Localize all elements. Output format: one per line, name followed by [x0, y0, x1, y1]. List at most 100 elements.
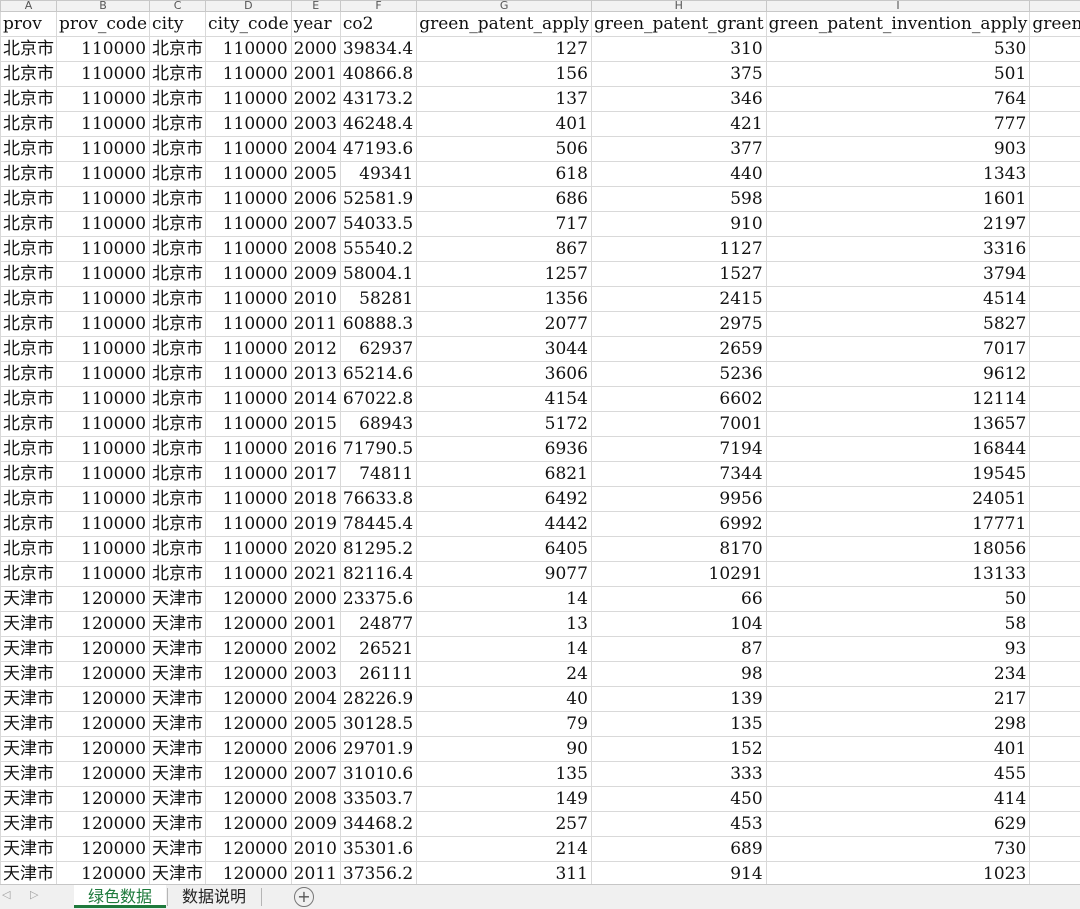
table-cell[interactable]: 43173.2 — [340, 87, 416, 112]
field-header-cell[interactable]: green_patent_invention_apply — [766, 12, 1030, 37]
column-header[interactable]: D — [206, 1, 292, 12]
table-cell[interactable]: 590 — [1030, 162, 1080, 187]
table-cell[interactable]: 689 — [591, 837, 766, 862]
table-cell[interactable]: 31010.6 — [340, 762, 416, 787]
table-cell[interactable]: 9870 — [1030, 462, 1080, 487]
table-cell[interactable]: 68943 — [340, 412, 416, 437]
table-cell[interactable]: 23375.6 — [340, 587, 416, 612]
scroll-left-icon[interactable]: ◁ — [2, 888, 10, 901]
table-cell[interactable]: 2006 — [291, 737, 340, 762]
table-cell[interactable]: 12114 — [766, 387, 1030, 412]
column-header[interactable]: H — [591, 1, 766, 12]
table-cell[interactable]: 天津市 — [1, 637, 57, 662]
table-cell[interactable]: 2005 — [291, 712, 340, 737]
table-cell[interactable]: 55540.2 — [340, 237, 416, 262]
table-cell[interactable]: 6992 — [591, 512, 766, 537]
table-cell[interactable]: 16844 — [766, 437, 1030, 462]
table-cell[interactable]: 46248.4 — [340, 112, 416, 137]
table-cell[interactable]: 2009 — [291, 262, 340, 287]
table-cell[interactable]: 北京市 — [150, 387, 206, 412]
table-cell[interactable]: 110000 — [57, 262, 150, 287]
table-cell[interactable]: 93 — [766, 637, 1030, 662]
table-cell[interactable]: 29701.9 — [340, 737, 416, 762]
table-cell[interactable]: 76633.8 — [340, 487, 416, 512]
table-cell[interactable]: 1023 — [766, 862, 1030, 885]
table-cell[interactable]: 天津市 — [1, 587, 57, 612]
table-cell[interactable]: 7017 — [766, 337, 1030, 362]
field-header-cell[interactable]: green_patent_utility_apply — [1030, 12, 1080, 37]
table-cell[interactable]: 110000 — [206, 487, 292, 512]
table-cell[interactable]: 74811 — [340, 462, 416, 487]
table-cell[interactable]: 2002 — [291, 87, 340, 112]
table-cell[interactable]: 2413 — [1030, 287, 1080, 312]
table-cell[interactable]: 120000 — [57, 587, 150, 612]
table-cell[interactable]: 82116.4 — [340, 562, 416, 587]
table-cell[interactable]: 454 — [1030, 112, 1080, 137]
table-cell[interactable]: 110000 — [57, 387, 150, 412]
table-cell[interactable]: 天津市 — [150, 862, 206, 885]
table-cell[interactable]: 2009 — [291, 812, 340, 837]
table-cell[interactable]: 110000 — [206, 212, 292, 237]
table-cell[interactable]: 110000 — [206, 37, 292, 62]
table-cell[interactable]: 24877 — [340, 612, 416, 637]
table-cell[interactable]: 4154 — [417, 387, 592, 412]
table-cell[interactable]: 456 — [1030, 87, 1080, 112]
table-cell[interactable]: 24 — [417, 662, 592, 687]
table-cell[interactable]: 65214.6 — [340, 362, 416, 387]
table-cell[interactable]: 401 — [417, 112, 592, 137]
table-cell[interactable]: 120000 — [57, 662, 150, 687]
table-cell[interactable]: 450 — [591, 787, 766, 812]
table-cell[interactable]: 24051 — [766, 487, 1030, 512]
column-header[interactable]: J — [1030, 1, 1080, 12]
table-cell[interactable]: 110000 — [57, 562, 150, 587]
table-cell[interactable]: 79 — [417, 712, 592, 737]
table-cell[interactable]: 361 — [1030, 62, 1080, 87]
column-header[interactable]: I — [766, 1, 1030, 12]
table-cell[interactable]: 北京市 — [1, 437, 57, 462]
table-cell[interactable]: 2004 — [291, 137, 340, 162]
table-cell[interactable]: 5236 — [591, 362, 766, 387]
table-cell[interactable]: 120000 — [57, 687, 150, 712]
table-cell[interactable]: 2021 — [291, 562, 340, 587]
table-cell[interactable]: 北京市 — [1, 512, 57, 537]
table-cell[interactable]: 天津市 — [1, 737, 57, 762]
table-cell[interactable]: 6602 — [591, 387, 766, 412]
table-cell[interactable]: 2019 — [291, 512, 340, 537]
table-cell[interactable]: 615 — [1030, 812, 1080, 837]
table-cell[interactable]: 10291 — [591, 562, 766, 587]
table-cell[interactable]: 120000 — [206, 762, 292, 787]
table-cell[interactable]: 4442 — [417, 512, 592, 537]
table-cell[interactable]: 9077 — [417, 562, 592, 587]
table-cell[interactable]: 3316 — [766, 237, 1030, 262]
table-cell[interactable]: 49341 — [340, 162, 416, 187]
table-cell[interactable]: 414 — [766, 787, 1030, 812]
table-cell[interactable]: 102 — [1030, 612, 1080, 637]
table-cell[interactable]: 2197 — [766, 212, 1030, 237]
table-cell[interactable]: 北京市 — [150, 112, 206, 137]
table-cell[interactable]: 71790.5 — [340, 437, 416, 462]
table-cell[interactable]: 110000 — [57, 112, 150, 137]
column-header[interactable]: G — [417, 1, 592, 12]
table-cell[interactable]: 375 — [591, 62, 766, 87]
table-cell[interactable]: 96 — [1030, 637, 1080, 662]
table-cell[interactable]: 176 — [1030, 712, 1080, 737]
table-cell[interactable]: 120000 — [206, 637, 292, 662]
table-cell[interactable]: 2018 — [291, 487, 340, 512]
table-cell[interactable]: 530 — [766, 37, 1030, 62]
table-cell[interactable]: 天津市 — [1, 787, 57, 812]
table-cell[interactable]: 北京市 — [1, 37, 57, 62]
table-cell[interactable]: 101 — [1030, 587, 1080, 612]
table-cell[interactable]: 9956 — [591, 487, 766, 512]
table-cell[interactable]: 北京市 — [150, 362, 206, 387]
table-cell[interactable]: 257 — [417, 812, 592, 837]
table-cell[interactable]: 1059 — [1030, 862, 1080, 885]
table-cell[interactable]: 北京市 — [150, 237, 206, 262]
table-cell[interactable]: 440 — [591, 162, 766, 187]
table-cell[interactable]: 天津市 — [1, 862, 57, 885]
table-cell[interactable]: 8936 — [1030, 537, 1080, 562]
column-header[interactable]: C — [150, 1, 206, 12]
table-cell[interactable]: 110000 — [206, 512, 292, 537]
table-cell[interactable]: 35301.6 — [340, 837, 416, 862]
table-cell[interactable]: 6821 — [417, 462, 592, 487]
table-cell[interactable]: 30128.5 — [340, 712, 416, 737]
